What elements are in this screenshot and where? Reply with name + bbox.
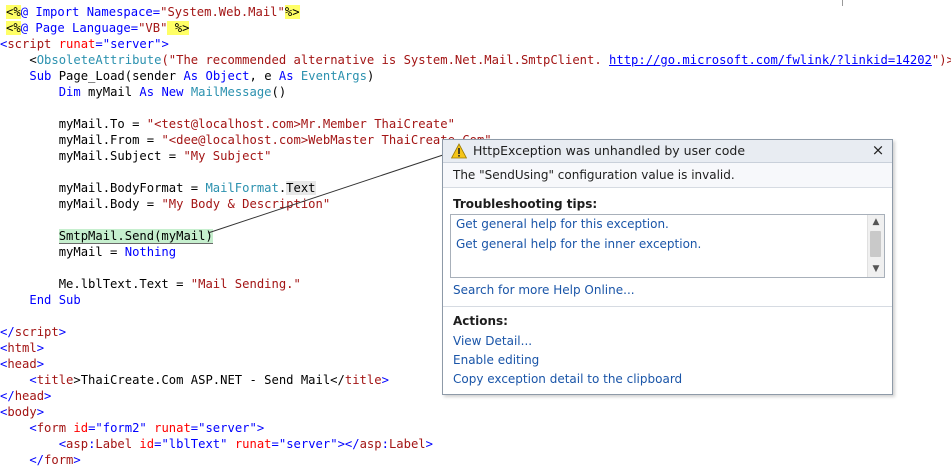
actions-heading: Actions: (453, 314, 508, 328)
copy-exception-link[interactable]: Copy exception detail to the clipboard (453, 372, 682, 386)
scroll-down-icon[interactable]: ▼ (871, 264, 881, 274)
popup-divider (443, 306, 892, 307)
popup-title: HttpException was unhandled by user code (473, 143, 746, 158)
enable-editing-link[interactable]: Enable editing (453, 353, 539, 367)
scrollbar-thumb[interactable] (870, 231, 881, 257)
popup-header: HttpException was unhandled by user code… (443, 140, 892, 163)
exception-message-text: The "SendUsing" configuration value is i… (453, 168, 735, 182)
exception-message: The "SendUsing" configuration value is i… (443, 163, 892, 188)
tip-inner-exception-help[interactable]: Get general help for the inner exception… (456, 237, 701, 251)
troubleshooting-heading: Troubleshooting tips: (453, 197, 598, 211)
tips-scrollbar[interactable]: ▲ ▼ (867, 215, 884, 277)
scroll-up-icon[interactable]: ▲ (871, 217, 881, 227)
exception-assistant-popup: HttpException was unhandled by user code… (442, 139, 893, 395)
close-icon[interactable]: × (870, 141, 886, 159)
warning-icon (451, 143, 467, 159)
troubleshooting-tips-list[interactable]: Get general help for this exception. Get… (450, 214, 885, 278)
tip-general-help[interactable]: Get general help for this exception. (456, 217, 669, 231)
search-help-online-link[interactable]: Search for more Help Online... (453, 283, 635, 297)
view-detail-link[interactable]: View Detail... (453, 334, 532, 348)
